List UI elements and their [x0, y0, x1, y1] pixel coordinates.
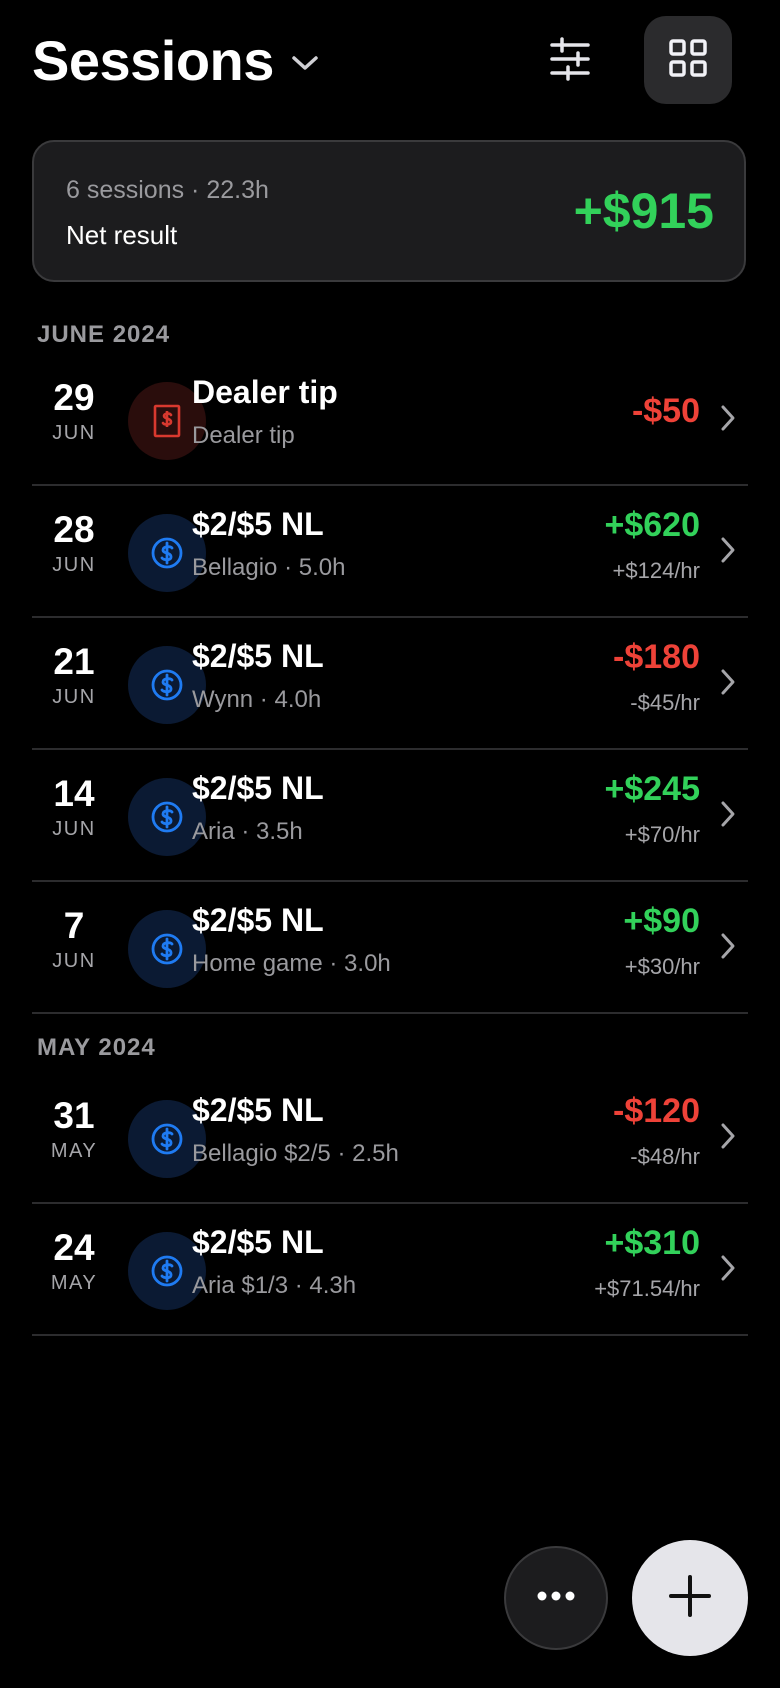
date-month: MAY — [50, 1140, 98, 1162]
session-subtitle: Dealer tip — [192, 422, 295, 449]
session-title: $2/$5 NL — [192, 902, 324, 938]
title-dropdown[interactable]: Sessions — [32, 26, 320, 96]
session-title: $2/$5 NL — [192, 1092, 324, 1128]
date-month: JUN — [52, 422, 96, 444]
date-month: JUN — [52, 950, 96, 972]
session-amount: +$310 — [604, 1224, 701, 1262]
date-day: 31 — [53, 1095, 95, 1136]
session-row[interactable]: 24 MAY $2/$5 NL Aria $1/3 · 4.3h +$310 +… — [32, 1204, 748, 1336]
chevron-right-icon — [720, 404, 736, 437]
date-day: 7 — [63, 905, 85, 946]
session-amount: +$620 — [604, 506, 701, 544]
section-header-june: JUNE 2024 — [37, 321, 171, 348]
session-title: $2/$5 NL — [192, 506, 324, 542]
session-row[interactable]: 21 JUN $2/$5 NL Wynn · 4.0h -$180 -$45/h… — [32, 618, 748, 750]
chevron-right-icon — [720, 932, 736, 965]
chevron-down-icon — [290, 53, 320, 78]
section-header-may: MAY 2024 — [37, 1034, 156, 1061]
view-toggle-button[interactable] — [644, 16, 732, 104]
net-result-value: +$915 — [573, 183, 714, 239]
session-hourly-rate: +$30/hr — [624, 954, 700, 979]
session-subtitle: Aria · 3.5h — [192, 818, 303, 845]
session-title: $2/$5 NL — [192, 638, 324, 674]
sliders-icon — [548, 36, 592, 86]
session-subtitle: Bellagio $2/5 · 2.5h — [192, 1140, 399, 1167]
session-hourly-rate: -$45/hr — [630, 690, 700, 715]
session-title: Dealer tip — [192, 374, 338, 410]
date-month: JUN — [52, 554, 96, 576]
date-month: MAY — [50, 1272, 98, 1294]
date-day: 21 — [53, 641, 95, 682]
session-subtitle: Aria $1/3 · 4.3h — [192, 1272, 357, 1299]
summary-meta: 6 sessions · 22.3h — [66, 176, 269, 204]
chevron-right-icon — [720, 668, 736, 701]
session-amount: -$180 — [613, 638, 700, 676]
grid-icon — [668, 38, 708, 83]
date-day: 29 — [53, 377, 95, 418]
session-row[interactable]: 29 JUN Dealer tip Dealer tip -$50 — [32, 354, 748, 486]
session-amount: +$90 — [623, 902, 700, 940]
date-month: JUN — [52, 818, 96, 840]
summary-label: Net result — [66, 220, 178, 250]
session-hourly-rate: +$71.54/hr — [594, 1276, 700, 1301]
session-title: $2/$5 NL — [192, 770, 324, 806]
session-row[interactable]: 14 JUN $2/$5 NL Aria · 3.5h +$245 +$70/h… — [32, 750, 748, 882]
session-subtitle: Bellagio · 5.0h — [192, 554, 346, 581]
chevron-right-icon — [720, 1122, 736, 1155]
chevron-right-icon — [720, 800, 736, 833]
date-day: 28 — [53, 509, 95, 550]
filter-button[interactable] — [534, 22, 606, 100]
session-subtitle: Wynn · 4.0h — [192, 686, 322, 713]
session-row[interactable]: 28 JUN $2/$5 NL Bellagio · 5.0h +$620 +$… — [32, 486, 748, 618]
page-title: Sessions — [32, 29, 274, 92]
date-day: 24 — [53, 1227, 95, 1268]
session-hourly-rate: +$124/hr — [612, 558, 700, 583]
plus-icon — [668, 1574, 712, 1623]
date-day: 14 — [53, 773, 95, 814]
summary-card: 6 sessions · 22.3h Net result +$915 — [32, 140, 746, 282]
session-amount: +$245 — [604, 770, 701, 808]
session-hourly-rate: +$70/hr — [624, 822, 700, 847]
chevron-right-icon — [720, 1254, 736, 1287]
header: Sessions — [0, 0, 780, 130]
chevron-right-icon — [720, 536, 736, 569]
session-title: $2/$5 NL — [192, 1224, 324, 1260]
add-session-button[interactable] — [632, 1540, 748, 1656]
session-hourly-rate: -$48/hr — [630, 1144, 700, 1169]
session-row[interactable]: 7 JUN $2/$5 NL Home game · 3.0h +$90 +$3… — [32, 882, 748, 1014]
more-button[interactable] — [504, 1546, 608, 1650]
ellipsis-icon — [536, 1589, 576, 1607]
session-subtitle: Home game · 3.0h — [192, 950, 391, 977]
session-amount: -$120 — [613, 1092, 700, 1130]
session-amount: -$50 — [631, 392, 700, 430]
date-month: JUN — [52, 686, 96, 708]
session-row[interactable]: 31 MAY $2/$5 NL Bellagio $2/5 · 2.5h -$1… — [32, 1072, 748, 1204]
